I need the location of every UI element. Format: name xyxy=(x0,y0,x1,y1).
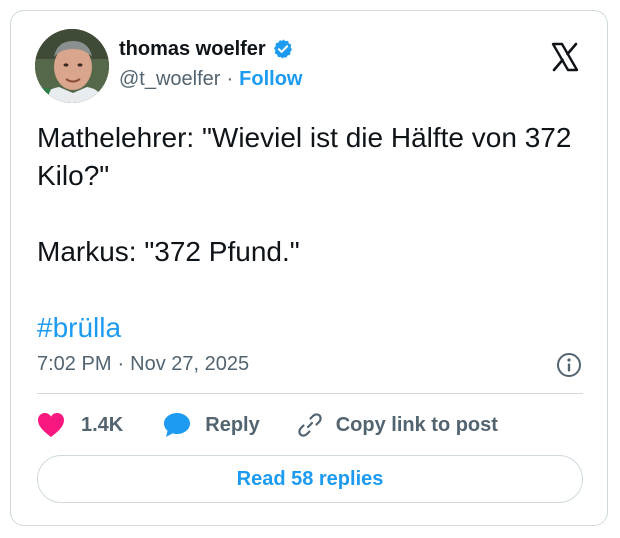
author-handle[interactable]: @t_woelfer xyxy=(119,68,220,91)
heart-icon xyxy=(38,413,64,437)
speech-bubble-icon xyxy=(164,413,191,437)
hashtag-link[interactable]: #brülla xyxy=(37,312,121,343)
avatar[interactable] xyxy=(35,29,109,103)
time-separator: · xyxy=(117,352,125,375)
tweet-time[interactable]: 7:02 PM xyxy=(37,353,111,376)
link-icon xyxy=(298,413,322,437)
action-bar: 1.4K Reply Copy link to post xyxy=(37,407,498,443)
reply-label: Reply xyxy=(205,413,260,436)
author-info: thomas woelfer @t_woelfer · Follow xyxy=(119,35,302,93)
tweet-header: thomas woelfer @t_woelfer · Follow xyxy=(35,29,587,107)
copy-link-label: Copy link to post xyxy=(335,413,498,436)
handle-separator: · xyxy=(226,67,234,90)
reply-button[interactable]: Reply xyxy=(163,412,260,438)
author-name[interactable]: thomas woelfer xyxy=(119,38,266,61)
like-button[interactable]: 1.4K xyxy=(37,412,123,438)
x-logo-icon[interactable] xyxy=(549,41,581,73)
follow-button[interactable]: Follow xyxy=(239,68,302,91)
tweet-line-question: Mathelehrer: "Wieviel ist die Hälfte von… xyxy=(37,122,580,191)
read-replies-button[interactable]: Read 58 replies xyxy=(37,455,583,503)
tweet-text: Mathelehrer: "Wieviel ist die Hälfte von… xyxy=(37,119,585,347)
copy-link-button[interactable]: Copy link to post xyxy=(296,411,498,439)
tweet-card: thomas woelfer @t_woelfer · Follow Mathe… xyxy=(10,10,608,526)
info-icon[interactable] xyxy=(555,351,583,379)
divider xyxy=(37,393,583,394)
verified-badge-icon xyxy=(272,38,294,60)
tweet-date[interactable]: Nov 27, 2025 xyxy=(130,353,249,376)
author-handle-row: @t_woelfer · Follow xyxy=(119,65,302,93)
like-count: 1.4K xyxy=(81,413,124,436)
author-name-row: thomas woelfer xyxy=(119,35,302,63)
tweet-timestamp: 7:02 PM · Nov 27, 2025 xyxy=(37,349,583,379)
tweet-line-answer: Markus: "372 Pfund." xyxy=(37,236,300,267)
